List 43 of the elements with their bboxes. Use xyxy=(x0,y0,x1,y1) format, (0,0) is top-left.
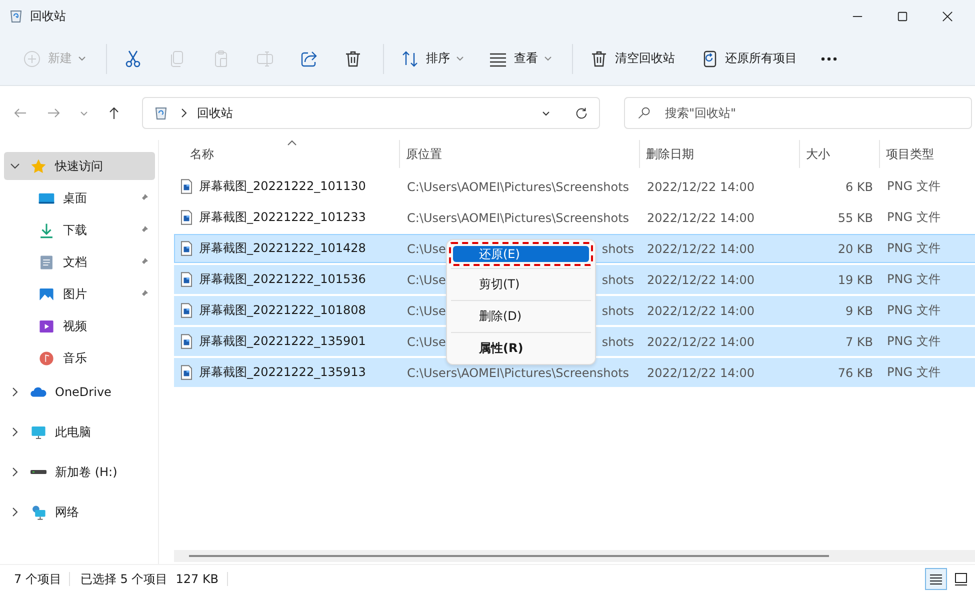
file-name: 屏幕截图_20221222_135913 xyxy=(199,364,366,381)
status-text: 127 KB xyxy=(176,572,219,586)
table-cell: C:\Use xyxy=(407,304,446,318)
table-cell: PNG 文件 xyxy=(887,240,940,257)
file-name: 屏幕截图_20221222_135901 xyxy=(199,333,366,350)
table-cell: 19 KB xyxy=(838,272,873,286)
file-name: 屏幕截图_20221222_101808 xyxy=(199,302,366,319)
status-text: 已选择 5 个项目 xyxy=(80,570,168,588)
table-cell: shots xyxy=(602,242,634,256)
table-cell: C:\Use xyxy=(407,334,446,348)
file-name: 屏幕截图_20221222_101428 xyxy=(199,240,366,257)
table-cell: 76 KB xyxy=(838,366,873,380)
table-cell: 2022/12/22 14:00 xyxy=(647,304,755,318)
table-cell: shots xyxy=(602,304,634,318)
table-cell: PNG 文件 xyxy=(887,333,940,350)
table-cell: PNG 文件 xyxy=(887,178,940,195)
table-cell: 9 KB xyxy=(845,304,873,318)
table-cell: PNG 文件 xyxy=(887,302,940,319)
table-cell: 2022/12/22 14:00 xyxy=(647,210,755,224)
table-cell: C:\Users\AOMEI\Pictures\Screenshots xyxy=(407,210,630,224)
table-cell: 2022/12/22 14:00 xyxy=(647,272,755,286)
table-cell: PNG 文件 xyxy=(887,271,940,288)
file-name: 屏幕截图_20221222_101536 xyxy=(199,271,366,288)
table-cell: 2022/12/22 14:00 xyxy=(647,366,755,380)
status-text: 7 个项目 xyxy=(14,570,62,588)
table-cell: 2022/12/22 14:00 xyxy=(647,334,755,348)
file-name: 屏幕截图_20221222_101130 xyxy=(199,178,366,195)
table-cell: 2022/12/22 14:00 xyxy=(647,242,755,256)
table-cell: PNG 文件 xyxy=(887,364,940,381)
table-cell: C:\Users\AOMEI\Pictures\Screenshots xyxy=(407,180,630,194)
table-cell: C:\Users\AOMEI\Pictures\Screenshots xyxy=(407,366,630,380)
table-cell: 55 KB xyxy=(838,210,873,224)
table-cell: 20 KB xyxy=(838,242,873,256)
file-name: 屏幕截图_20221222_101233 xyxy=(199,209,366,226)
table-cell: C:\Use xyxy=(407,242,446,256)
table-cell: 6 KB xyxy=(845,180,873,194)
table-cell: shots xyxy=(602,334,634,348)
table-cell: shots xyxy=(602,272,634,286)
table-cell: 2022/12/22 14:00 xyxy=(647,180,755,194)
table-cell: 7 KB xyxy=(845,334,873,348)
window-title: 回收站 xyxy=(30,8,66,24)
table-cell: PNG 文件 xyxy=(887,209,940,226)
table-cell: C:\Use xyxy=(407,272,446,286)
